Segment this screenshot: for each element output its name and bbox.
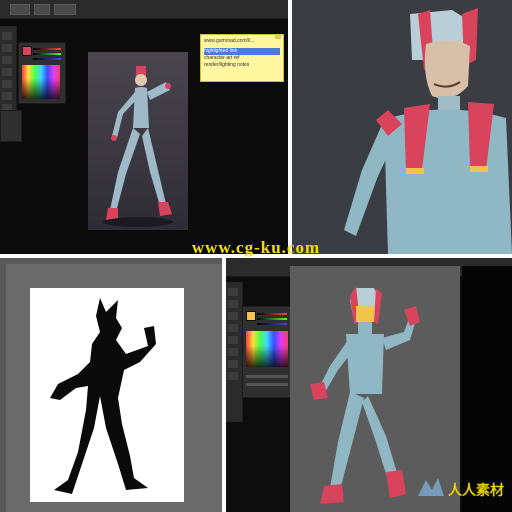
tool-icon[interactable] — [228, 372, 238, 380]
color-spectrum-icon[interactable] — [246, 331, 288, 367]
tool-icon[interactable] — [2, 32, 12, 40]
color-picker-panel — [242, 306, 292, 398]
swatch-icon[interactable] — [246, 311, 256, 321]
note-line-1: www.gumroad.com/l/... — [204, 38, 255, 44]
color-slider[interactable] — [33, 53, 61, 55]
layer-row[interactable] — [246, 375, 288, 378]
ruler-top — [0, 258, 222, 264]
photoshop-window-render: www.gumroad.com/l/... highlighted link c… — [0, 0, 288, 254]
tool-icon[interactable] — [228, 288, 238, 296]
toolbar-button-2[interactable] — [34, 4, 50, 15]
color-slider[interactable] — [33, 58, 61, 60]
logo-icon — [416, 476, 446, 500]
tool-icon[interactable] — [228, 324, 238, 332]
silhouette-window — [0, 258, 222, 512]
silhouette-canvas — [30, 288, 184, 502]
note-line-4: render/lighting notes — [204, 62, 250, 68]
dark-pasteboard — [462, 266, 512, 512]
toolbar-button-1[interactable] — [10, 4, 30, 15]
color-slider[interactable] — [33, 48, 61, 50]
closeup-render — [292, 0, 512, 254]
note-line-3: character-art ref — [204, 55, 240, 61]
ruler-left — [0, 258, 6, 512]
tool-icon[interactable] — [2, 44, 12, 52]
layers-stub — [0, 110, 22, 142]
tool-icon[interactable] — [228, 300, 238, 308]
tools-panel — [226, 282, 243, 422]
tool-icon[interactable] — [228, 360, 238, 368]
swatch-icon[interactable] — [22, 46, 32, 56]
color-slider[interactable] — [257, 318, 287, 320]
sticky-note[interactable]: www.gumroad.com/l/... highlighted link c… — [200, 34, 284, 82]
tool-icon[interactable] — [2, 92, 12, 100]
character-closeup — [292, 0, 512, 254]
layer-row[interactable] — [246, 383, 288, 386]
tool-icon[interactable] — [2, 80, 12, 88]
tool-icon[interactable] — [228, 336, 238, 344]
toolbar-button-3[interactable] — [54, 4, 76, 15]
options-bar — [0, 0, 288, 19]
color-spectrum-icon[interactable] — [22, 65, 60, 99]
note-tab — [275, 34, 281, 39]
render-canvas — [88, 52, 188, 230]
photoshop-window-flat: 人人素材 — [226, 258, 512, 512]
color-slider[interactable] — [257, 323, 287, 325]
note-line-2[interactable]: highlighted link — [204, 48, 280, 55]
character-silhouette — [50, 298, 156, 494]
watermark-text: www.cg-ku.com — [191, 238, 321, 257]
tool-icon[interactable] — [2, 56, 12, 64]
tool-icon[interactable] — [228, 348, 238, 356]
tool-icon[interactable] — [228, 312, 238, 320]
logo-mark — [418, 478, 444, 496]
character-render — [103, 66, 173, 227]
tool-icon[interactable] — [2, 68, 12, 76]
color-slider[interactable] — [257, 313, 287, 315]
site-logo-text: 人人素材 — [448, 482, 504, 498]
color-picker-panel — [18, 42, 66, 104]
